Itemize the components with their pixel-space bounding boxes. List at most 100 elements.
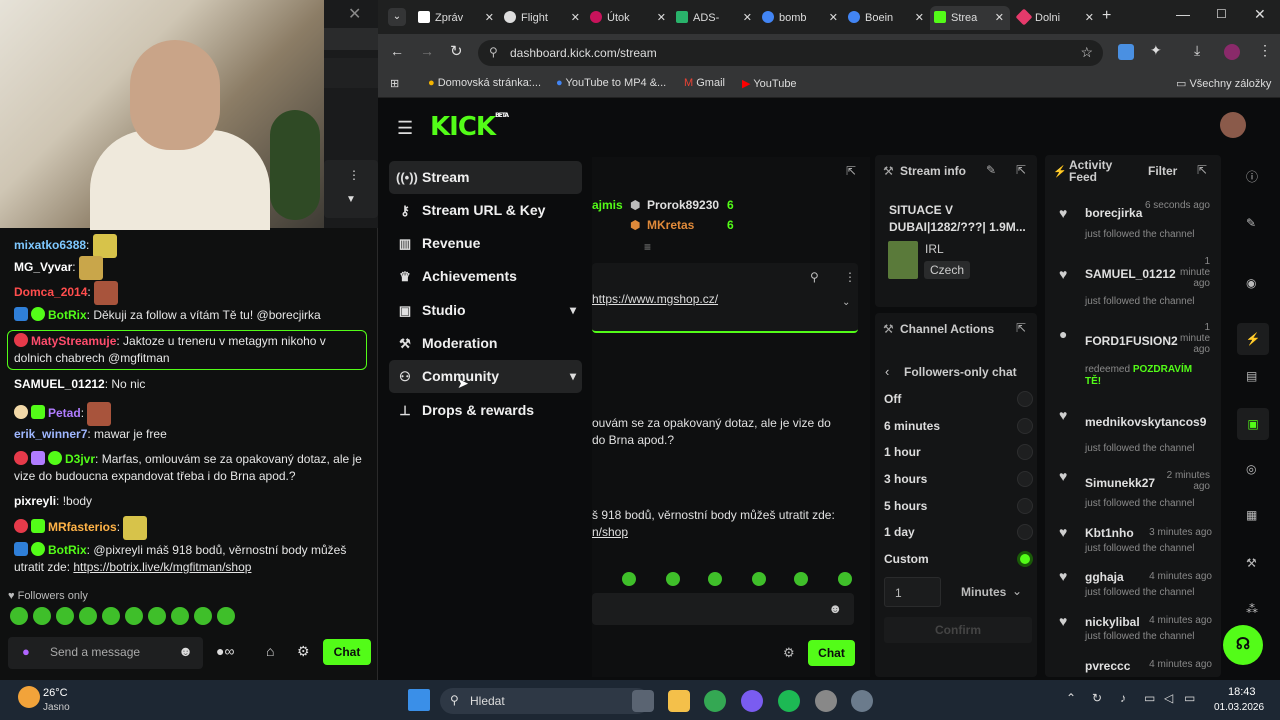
popout-icon[interactable]: ⇱ (1016, 321, 1026, 335)
layout-icon[interactable]: ▦ (1246, 508, 1257, 522)
radio-off[interactable] (1017, 391, 1033, 407)
option-5-hours[interactable]: 5 hours (884, 499, 927, 513)
bookmark-star-icon[interactable]: ☆ (1080, 44, 1093, 61)
emote-icon[interactable] (622, 572, 636, 586)
popout-icon[interactable]: ⇱ (846, 164, 856, 178)
sidebar-item-revenue[interactable]: ▥ Revenue (389, 227, 582, 260)
filter-button[interactable]: Filter (1148, 164, 1177, 178)
edit-pencil-icon[interactable]: ✎ (1246, 216, 1256, 230)
emoji-icon[interactable]: ☻ (828, 601, 842, 616)
chrome-icon[interactable] (704, 690, 726, 712)
info-icon[interactable]: ⓘ (1246, 168, 1258, 185)
browser-tab[interactable]: Boein ✕ (848, 6, 930, 30)
battery-icon[interactable]: ▭ (1184, 691, 1195, 705)
chat-bubble-icon[interactable]: ▣ (1237, 408, 1269, 440)
emote-icon[interactable] (217, 607, 235, 625)
address-bar[interactable]: ⚲ dashboard.kick.com/stream ☆ (478, 40, 1103, 66)
close-tab-icon[interactable]: ✕ (657, 6, 666, 30)
bookmark-item[interactable]: ▶ YouTube (742, 77, 797, 90)
microphone-icon[interactable]: ♪ (1120, 691, 1126, 705)
broadcast-icon[interactable]: ◎ (1246, 462, 1256, 476)
emote-icon[interactable] (666, 572, 680, 586)
app-icon[interactable] (815, 690, 837, 712)
profile-icon[interactable] (1224, 44, 1240, 60)
custom-value-input[interactable]: 1 (884, 577, 941, 607)
chevron-down-icon[interactable]: ▼ (346, 194, 356, 205)
reload-icon[interactable]: ↻ (450, 42, 463, 60)
radio-6-minutes[interactable] (1017, 418, 1033, 434)
pin-icon[interactable]: ⚲ (810, 270, 819, 284)
taskbar-search[interactable]: ⚲ Hledat (440, 688, 650, 714)
option-1-day[interactable]: 1 day (884, 525, 915, 539)
unit-select[interactable]: Minutes ⌄ (950, 577, 1030, 607)
store-icon[interactable]: ⌂ (266, 643, 274, 659)
browser-tab[interactable]: ADS- ✕ (676, 6, 758, 30)
emote-icon[interactable] (171, 607, 189, 625)
browser-tab[interactable]: Flight ✕ (504, 6, 586, 30)
edit-pencil-icon[interactable]: ✎ (986, 163, 996, 177)
close-tab-icon[interactable]: ✕ (915, 6, 924, 30)
display-icon[interactable]: ▭ (1144, 691, 1155, 705)
confirm-button[interactable]: Confirm (884, 617, 1032, 643)
extension-icon[interactable] (1118, 44, 1134, 60)
minimize-icon[interactable]: — (1176, 6, 1190, 22)
all-bookmarks[interactable]: ▭ Všechny záložky (1176, 77, 1271, 90)
xbox-icon[interactable] (778, 690, 800, 712)
weather-icon[interactable] (18, 686, 40, 708)
close-tab-icon[interactable]: ✕ (571, 6, 580, 30)
microphone-icon[interactable]: ● (22, 644, 30, 659)
more-icon[interactable]: ⋮ (348, 168, 360, 182)
app-icon[interactable] (741, 690, 763, 712)
emote-icon[interactable] (194, 607, 212, 625)
back-label[interactable]: Followers-only chat (904, 365, 1017, 379)
close-tab-icon[interactable]: ✕ (995, 6, 1004, 30)
sidebar-item-drops-rewards[interactable]: ⊥ Drops & rewards (389, 394, 582, 427)
chevron-up-icon[interactable]: ⌃ (1066, 691, 1076, 705)
help-headset-button[interactable]: ☊ (1223, 625, 1263, 665)
category-thumbnail[interactable] (888, 241, 918, 279)
points-icon[interactable]: ●∞ (216, 643, 234, 659)
emote-icon[interactable] (33, 607, 51, 625)
forward-icon[interactable]: → (420, 43, 434, 59)
bookmark-item[interactable]: ● Domovská stránka:... (428, 77, 541, 89)
popout-icon[interactable]: ⇱ (1197, 163, 1207, 177)
browser-tab[interactable]: bomb ✕ (762, 6, 844, 30)
sidebar-item-stream-url-key[interactable]: ⚷ Stream URL & Key (389, 194, 582, 227)
emote-icon[interactable] (794, 572, 808, 586)
sidebar-item-studio[interactable]: ▣ Studio ▾ (389, 294, 582, 327)
back-icon[interactable]: ← (390, 43, 404, 59)
chevron-left-icon[interactable]: ‹ (885, 364, 889, 379)
camera-icon[interactable]: ◉ (1246, 276, 1256, 290)
option-off[interactable]: Off (884, 392, 901, 406)
bookmark-item[interactable]: ● YouTube to MP4 &... (556, 77, 666, 89)
chat-send-button[interactable]: Chat (808, 640, 855, 666)
emote-icon[interactable] (10, 607, 28, 625)
emote-icon[interactable] (752, 572, 766, 586)
chat-input[interactable]: ☻ (592, 593, 854, 625)
browser-tab[interactable]: Zpráv ✕ (418, 6, 500, 30)
emote-icon[interactable] (838, 572, 852, 586)
file-explorer-icon[interactable] (668, 690, 690, 712)
sidebar-item-community[interactable]: ⚇ Community ▾ (389, 360, 582, 393)
radio-1-hour[interactable] (1017, 444, 1033, 460)
radio-5-hours[interactable] (1017, 498, 1033, 514)
option-custom[interactable]: Custom (884, 552, 929, 566)
radio-custom[interactable] (1017, 551, 1033, 567)
hamburger-menu-icon[interactable]: ☰ (397, 118, 413, 139)
gear-icon[interactable]: ⚙ (783, 645, 795, 661)
community-icon[interactable]: ⁂ (1246, 602, 1258, 616)
refresh-icon[interactable]: ↻ (1092, 691, 1102, 705)
radio-3-hours[interactable] (1017, 471, 1033, 487)
speaker-icon[interactable]: ◁ (1164, 691, 1173, 705)
popout-icon[interactable]: ⇱ (1016, 163, 1026, 177)
wrench-icon[interactable]: ⚒ (1246, 556, 1257, 570)
maximize-icon[interactable]: ☐ (1216, 7, 1227, 21)
settings-icon[interactable] (851, 690, 873, 712)
task-view-icon[interactable] (632, 690, 654, 712)
more-icon[interactable]: ⋮ (844, 270, 856, 284)
pinned-link[interactable]: https://www.mgshop.cz/ (592, 292, 718, 306)
option-3-hours[interactable]: 3 hours (884, 472, 927, 486)
close-tab-icon[interactable]: ✕ (829, 6, 838, 30)
browser-tab-active[interactable]: Strea ✕ (930, 6, 1010, 30)
bolt-icon[interactable]: ⚡ (1237, 323, 1269, 355)
